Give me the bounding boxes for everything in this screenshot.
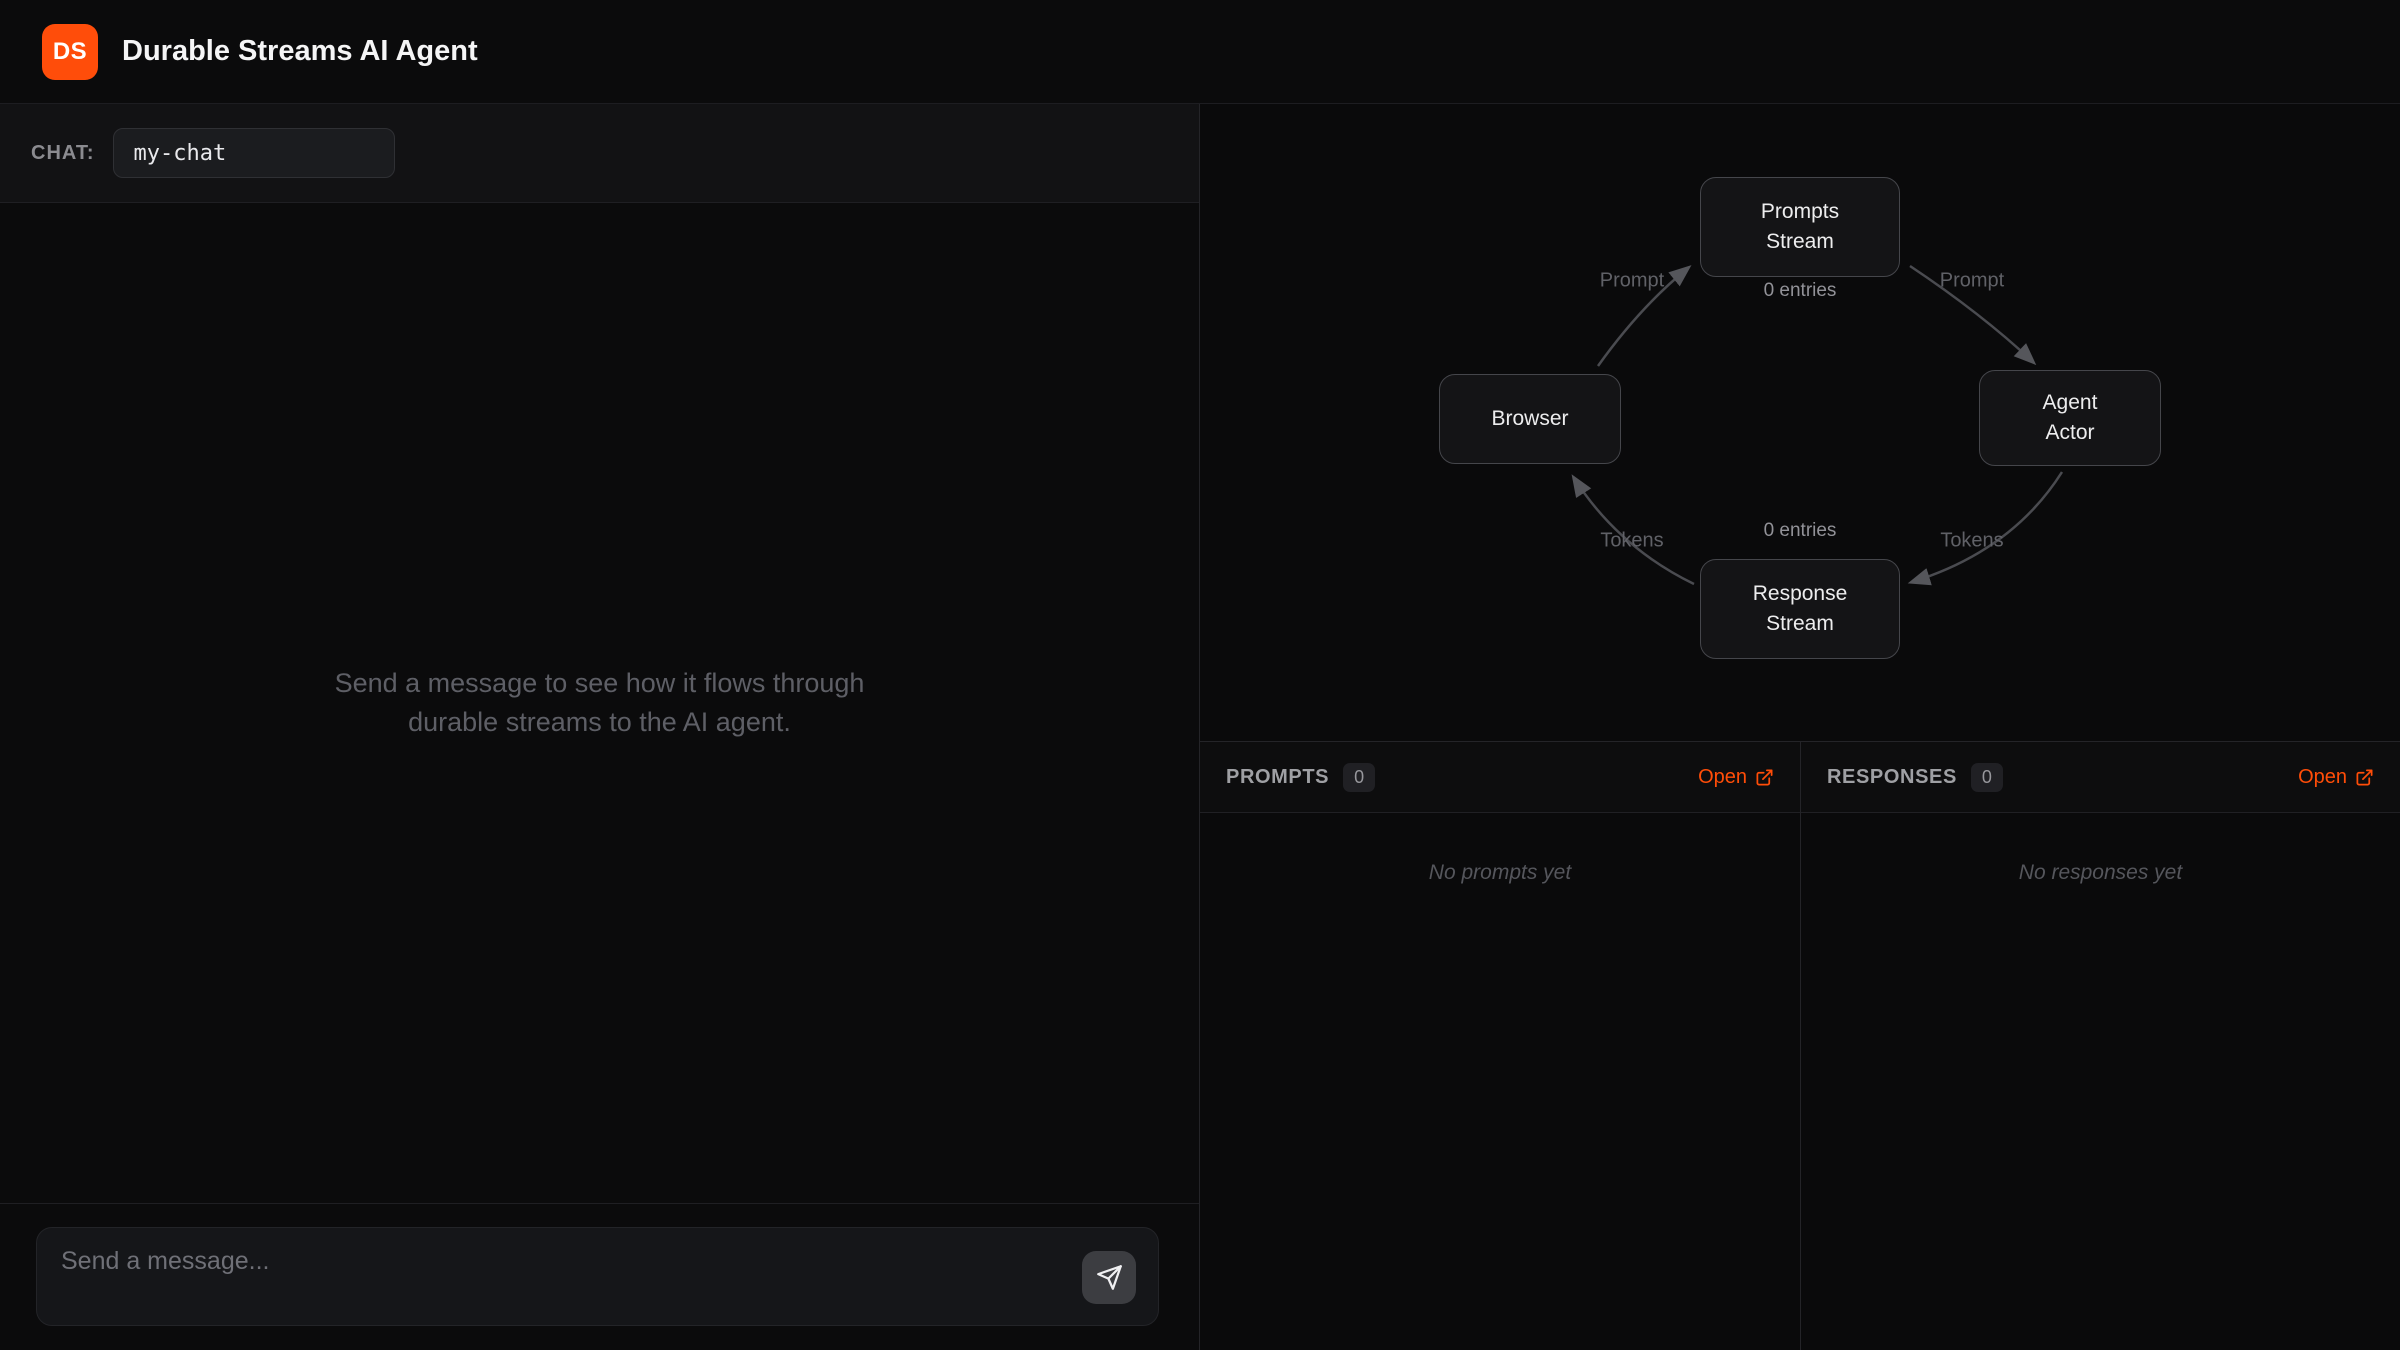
node-label: Agent: [2043, 388, 2098, 418]
prompts-log-panel: PROMPTS 0 Open No prompts: [1200, 742, 1800, 1350]
node-label: Response: [1753, 579, 1848, 609]
open-link-label: Open: [1698, 766, 1747, 789]
edge-label-tokens-right: Tokens: [1940, 530, 2003, 553]
chat-messages-area: Send a message to see how it flows throu…: [0, 203, 1199, 1203]
prompts-panel-title: PROMPTS: [1226, 766, 1329, 789]
chat-id-input[interactable]: [113, 128, 395, 178]
prompts-panel-header: PROMPTS 0 Open: [1200, 742, 1800, 813]
responses-panel-body: No responses yet: [1801, 813, 2400, 1350]
node-agent-actor: Agent Actor: [1979, 370, 2161, 466]
node-label: Prompts: [1761, 197, 1839, 227]
edge-label-prompt-left: Prompt: [1600, 270, 1664, 293]
responses-empty-state: No responses yet: [2019, 861, 2182, 1350]
node-label: Browser: [1491, 404, 1568, 434]
app-logo: DS: [42, 24, 98, 80]
responses-log-panel: RESPONSES 0 Open No respo: [1800, 742, 2400, 1350]
page-title: Durable Streams AI Agent: [122, 35, 478, 68]
chat-empty-state: Send a message to see how it flows throu…: [310, 664, 890, 742]
streams-panel: Prompts Stream Agent Actor Response Stre…: [1200, 104, 2400, 1350]
open-link-label: Open: [2298, 766, 2347, 789]
node-label: Stream: [1766, 227, 1834, 257]
send-icon: [1096, 1264, 1123, 1291]
prompts-count-badge: 0: [1343, 763, 1375, 792]
responses-count-badge: 0: [1971, 763, 2003, 792]
node-label: Actor: [2045, 418, 2094, 448]
message-input[interactable]: [37, 1228, 1158, 1325]
node-response-stream: Response Stream: [1700, 559, 1900, 659]
flow-diagram: Prompts Stream Agent Actor Response Stre…: [1200, 104, 2400, 741]
node-label: Stream: [1766, 609, 1834, 639]
chat-label: CHAT:: [31, 142, 95, 165]
edge-label-prompt-right: Prompt: [1940, 270, 2004, 293]
chat-panel: CHAT: Send a message to see how it flows…: [0, 104, 1200, 1350]
send-button[interactable]: [1082, 1251, 1136, 1304]
prompts-empty-state: No prompts yet: [1429, 861, 1571, 1350]
app-header: DS Durable Streams AI Agent: [0, 0, 2400, 104]
prompts-panel-body: No prompts yet: [1200, 813, 1800, 1350]
edge-label-tokens-left: Tokens: [1600, 530, 1663, 553]
external-link-icon: [1755, 768, 1774, 787]
composer-box: [36, 1227, 1159, 1326]
responses-panel-header: RESPONSES 0 Open: [1801, 742, 2400, 813]
external-link-icon: [2355, 768, 2374, 787]
prompts-open-link[interactable]: Open: [1698, 766, 1774, 789]
responses-panel-title: RESPONSES: [1827, 766, 1957, 789]
responses-open-link[interactable]: Open: [2298, 766, 2374, 789]
stream-log-panels: PROMPTS 0 Open No prompts: [1200, 741, 2400, 1350]
node-browser: Browser: [1439, 374, 1621, 464]
main-layout: CHAT: Send a message to see how it flows…: [0, 104, 2400, 1350]
response-entries-count: 0 entries: [1764, 520, 1837, 542]
prompts-entries-count: 0 entries: [1764, 280, 1837, 302]
chat-header-row: CHAT:: [0, 104, 1199, 203]
node-prompts-stream: Prompts Stream: [1700, 177, 1900, 277]
composer-area: [0, 1203, 1199, 1350]
